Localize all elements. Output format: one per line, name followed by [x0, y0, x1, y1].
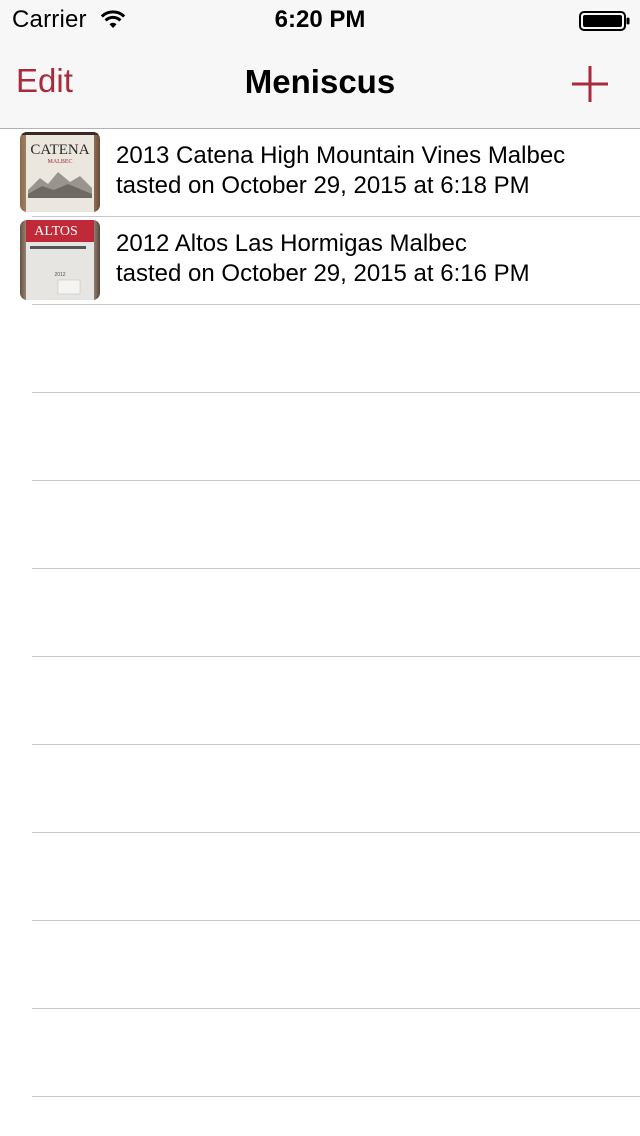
wine-bottle-photo: CATENA MALBEC: [20, 132, 100, 212]
tasting-title: 2013 Catena High Mountain Vines Malbec: [116, 142, 566, 169]
empty-row: [0, 393, 640, 481]
bottle-label-text: ALTOS: [34, 224, 78, 239]
empty-row: [0, 1009, 640, 1097]
screen: Carrier 6:20 PM Edit Meniscus CATENA MAL…: [0, 0, 640, 1136]
empty-row: [0, 1097, 640, 1136]
page-title: Meniscus: [244, 63, 396, 100]
empty-row: [0, 569, 640, 657]
bottle-label-subtext: 2012: [54, 272, 65, 278]
top-bar: Carrier 6:20 PM Edit Meniscus: [0, 0, 640, 129]
empty-row: [0, 921, 640, 1009]
empty-row: [0, 745, 640, 833]
status-bar: Carrier 6:20 PM: [0, 0, 640, 40]
list-item[interactable]: CATENA MALBEC 2013 Catena High Mountain …: [0, 129, 640, 217]
bottle-label-text: CATENA: [30, 142, 89, 158]
navigation-bar: Edit Meniscus: [0, 40, 640, 128]
battery-icon: [579, 11, 630, 31]
empty-row: [0, 657, 640, 745]
list-item[interactable]: ALTOS 2012 2012 Altos Las Hormigas Malbe…: [0, 217, 640, 305]
tastings-list: CATENA MALBEC 2013 Catena High Mountain …: [0, 129, 640, 1136]
tasting-date: tasted on October 29, 2015 at 6:16 PM: [116, 260, 530, 287]
bottle-label-subtext: MALBEC: [47, 159, 72, 165]
plus-icon[interactable]: [566, 60, 614, 108]
wine-bottle-photo: ALTOS 2012: [20, 220, 100, 300]
tasting-title: 2012 Altos Las Hormigas Malbec: [116, 230, 467, 257]
tasting-date: tasted on October 29, 2015 at 6:18 PM: [116, 172, 530, 199]
empty-row: [0, 481, 640, 569]
empty-row: [0, 305, 640, 393]
empty-row: [0, 833, 640, 921]
status-time: 6:20 PM: [274, 6, 366, 33]
